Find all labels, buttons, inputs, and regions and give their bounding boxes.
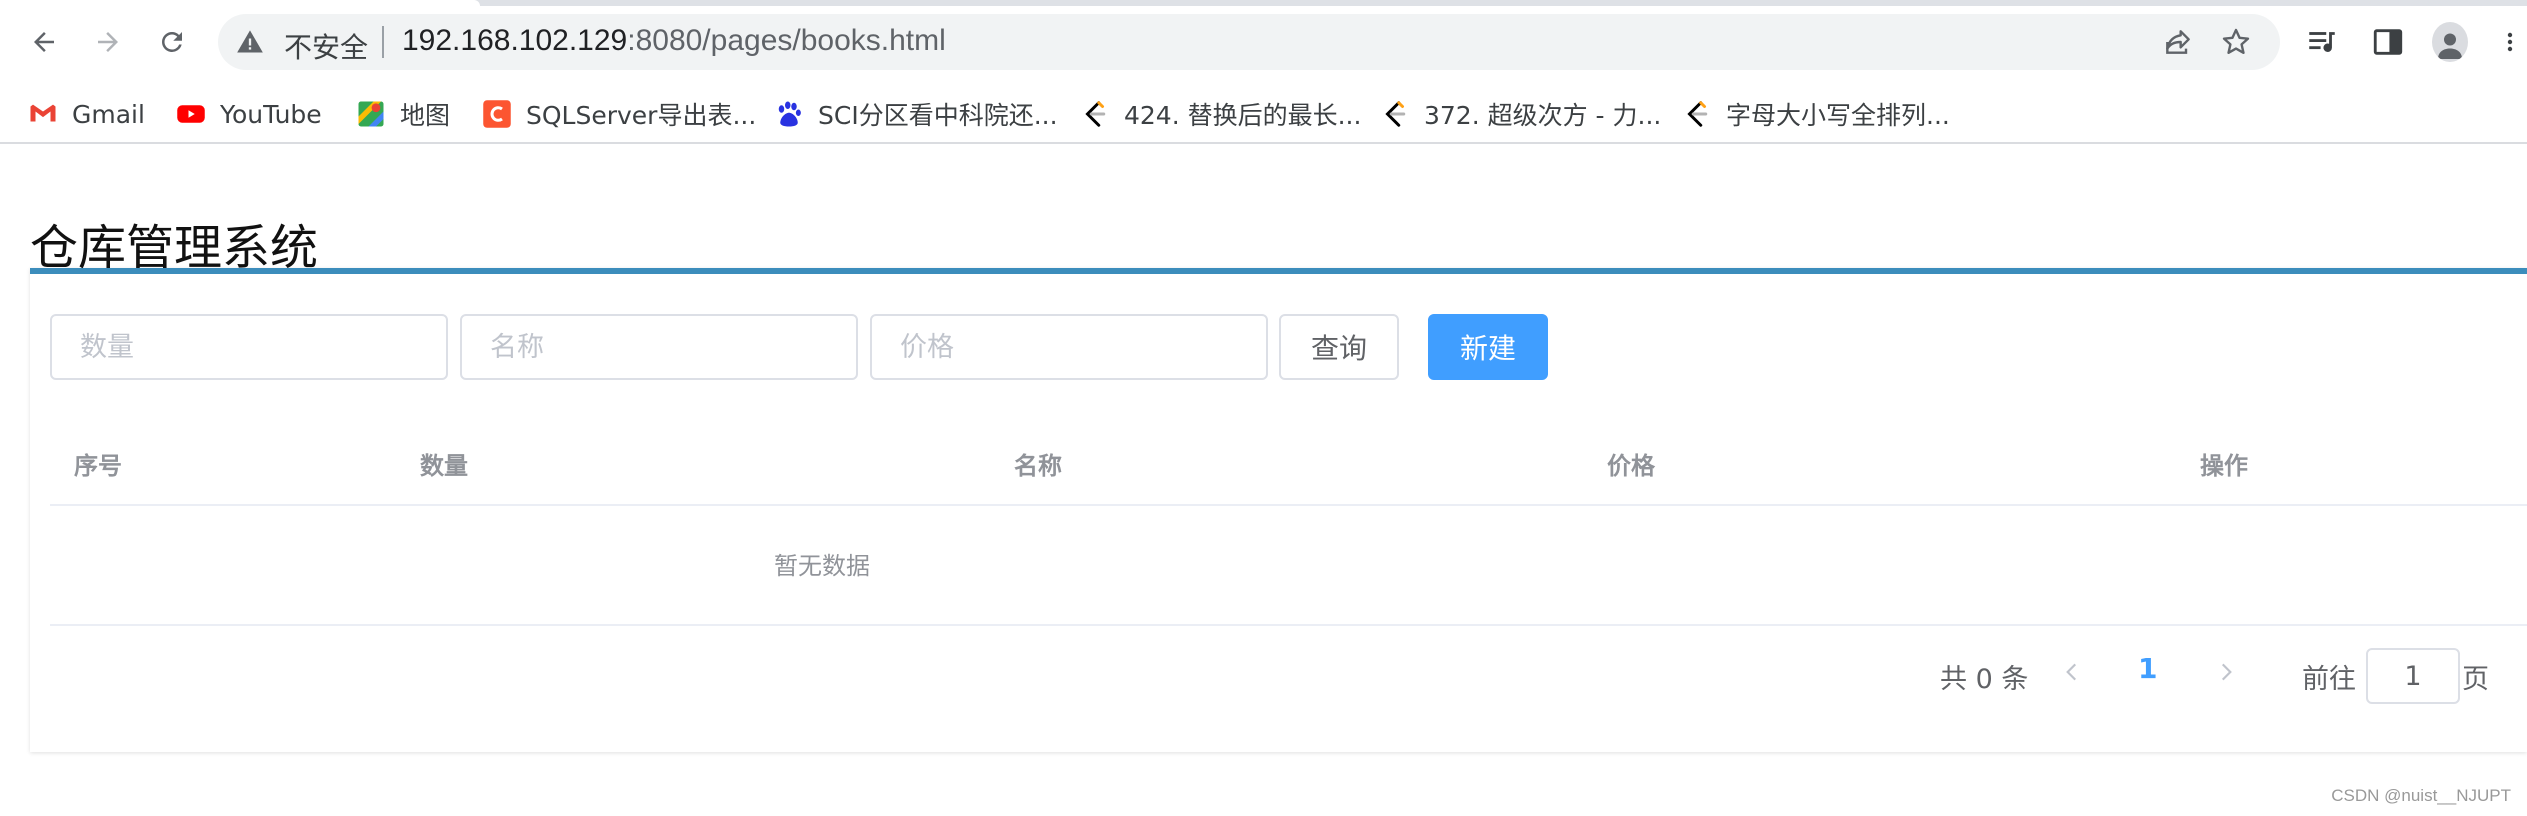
bookmark-label: 字母大小写全排列... xyxy=(1726,101,1950,130)
prev-page-button[interactable] xyxy=(2054,652,2090,692)
bookmark-label: 372. 超级次方 - 力... xyxy=(1424,101,1662,130)
reload-button[interactable] xyxy=(150,20,194,64)
address-bar[interactable]: 不安全 192.168.102.129:8080/pages/books.htm… xyxy=(218,14,2280,70)
column-header-quantity: 数量 xyxy=(420,452,468,480)
bookmark-star-icon[interactable] xyxy=(2220,26,2252,58)
watermark-text: CSDN @nuist__NJUPT xyxy=(2331,786,2511,805)
bookmark-maps[interactable]: 地图 xyxy=(356,92,450,136)
back-button[interactable] xyxy=(22,20,66,64)
table-body: 暂无数据 xyxy=(50,506,2527,626)
leetcode-icon xyxy=(1080,99,1110,129)
chevron-right-icon xyxy=(2221,663,2232,681)
bookmark-gmail[interactable]: Gmail xyxy=(28,92,145,136)
share-icon[interactable] xyxy=(2162,26,2194,58)
bookmark-label: YouTube xyxy=(220,99,322,129)
chevron-left-icon xyxy=(2066,663,2077,681)
insecure-label[interactable]: 不安全 xyxy=(284,26,368,66)
browser-toolbar: 不安全 192.168.102.129:8080/pages/books.htm… xyxy=(0,6,2527,84)
page-suffix-label: 页 xyxy=(2462,663,2489,695)
back-arrow-icon xyxy=(34,32,54,52)
bookmark-sqlserver[interactable]: SQLServer导出表... xyxy=(482,92,756,136)
bookmark-label: Gmail xyxy=(72,99,145,129)
kebab-menu-icon xyxy=(2507,32,2513,52)
quantity-input[interactable] xyxy=(50,314,448,380)
column-header-index: 序号 xyxy=(74,452,122,480)
bookmarks-bar: Gmail YouTube 地图 SQLServer导出表... SCI分区看中… xyxy=(0,84,2527,144)
leetcode-icon xyxy=(1380,99,1410,129)
avatar-icon xyxy=(2432,22,2468,62)
baidu-icon xyxy=(774,99,804,129)
side-panel-button[interactable] xyxy=(2370,24,2406,60)
column-header-name: 名称 xyxy=(1014,452,1062,480)
query-button[interactable]: 查询 xyxy=(1279,314,1399,380)
price-input[interactable] xyxy=(870,314,1268,380)
reading-list-button[interactable] xyxy=(2304,24,2340,60)
side-panel-icon xyxy=(2373,29,2403,55)
omnibox-divider xyxy=(382,26,384,58)
empty-table-text: 暂无数据 xyxy=(774,552,870,580)
page-number-current[interactable]: 1 xyxy=(2138,652,2157,685)
forward-arrow-icon xyxy=(98,32,118,52)
url-text[interactable]: 192.168.102.129:8080/pages/books.html xyxy=(402,24,946,58)
pagination-total: 共 0 条 xyxy=(1940,663,2029,695)
bookmark-label: SCI分区看中科院还... xyxy=(818,101,1058,130)
youtube-icon xyxy=(176,99,206,129)
page-content: 仓库管理系统 查询 新建 序号 数量 名称 价格 操作 暂无数据 共 0 条 1… xyxy=(0,146,2527,816)
bookmark-youtube[interactable]: YouTube xyxy=(176,92,322,136)
goto-page-input[interactable] xyxy=(2366,648,2460,704)
column-header-price: 价格 xyxy=(1607,452,1655,480)
url-path: :8080/pages/books.html xyxy=(627,24,946,57)
maps-icon xyxy=(356,99,386,129)
leetcode-icon xyxy=(1682,99,1712,129)
profile-button[interactable] xyxy=(2432,22,2468,62)
gmail-icon xyxy=(28,99,58,129)
bookmark-letter-case[interactable]: 字母大小写全排列... xyxy=(1682,92,1950,136)
c-logo-icon xyxy=(482,99,512,129)
next-page-button[interactable] xyxy=(2208,652,2244,692)
warning-icon xyxy=(237,30,263,53)
main-card: 查询 新建 序号 数量 名称 价格 操作 暂无数据 共 0 条 1 前往 页 xyxy=(30,268,2527,752)
bookmark-label: SQLServer导出表... xyxy=(526,101,757,130)
reload-icon xyxy=(162,32,182,52)
menu-button[interactable] xyxy=(2498,24,2522,60)
name-input[interactable] xyxy=(460,314,858,380)
bookmark-label: 地图 xyxy=(400,101,451,130)
bookmark-leetcode-372[interactable]: 372. 超级次方 - 力... xyxy=(1380,92,1661,136)
bookmark-label: 424. 替换后的最长... xyxy=(1124,101,1362,130)
forward-button[interactable] xyxy=(86,20,130,64)
bookmark-leetcode-424[interactable]: 424. 替换后的最长... xyxy=(1080,92,1361,136)
table-header: 序号 数量 名称 价格 操作 xyxy=(50,420,2527,506)
goto-label: 前往 xyxy=(2302,663,2356,695)
new-button[interactable]: 新建 xyxy=(1428,314,1548,380)
column-header-actions: 操作 xyxy=(2200,452,2248,480)
url-host: 192.168.102.129 xyxy=(402,24,628,57)
bookmark-sci[interactable]: SCI分区看中科院还... xyxy=(774,92,1058,136)
media-list-icon xyxy=(2309,32,2335,52)
